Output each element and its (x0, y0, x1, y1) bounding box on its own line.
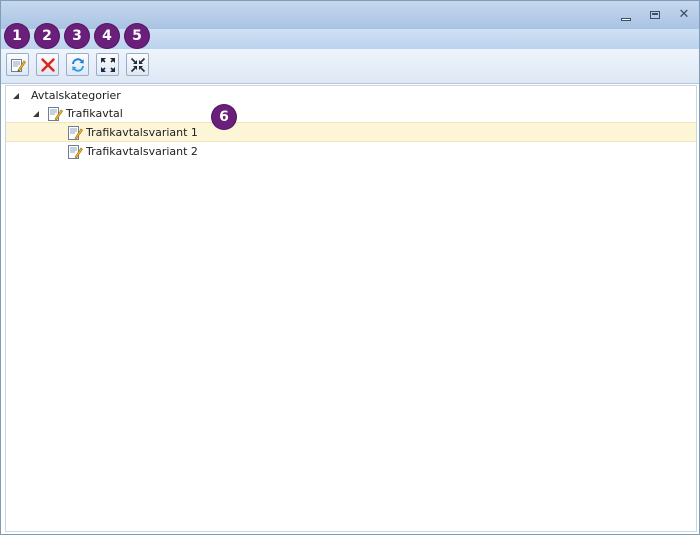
app-window: ✕ 1 2 3 4 5 Avtalskategorier Trafikavtal… (0, 0, 700, 535)
expand-arrows-icon (100, 57, 115, 72)
maximize-icon (650, 11, 660, 19)
close-icon: ✕ (678, 7, 690, 22)
callout-badge-5: 5 (125, 24, 149, 48)
tree-node-variant-2[interactable]: Trafikavtalsvariant 2 (67, 142, 198, 161)
agreement-document-icon (48, 106, 63, 121)
callout-badge-1: 1 (5, 24, 29, 48)
callout-badge-2: 2 (35, 24, 59, 48)
callout-badge-3: 3 (65, 24, 89, 48)
collapse-all-button[interactable] (126, 53, 149, 76)
refresh-icon (71, 57, 84, 72)
tree-node-root[interactable]: Avtalskategorier (12, 86, 121, 105)
agreement-document-icon (68, 125, 83, 140)
callout-badge-6: 6 (212, 105, 236, 129)
agreement-document-icon (68, 144, 83, 159)
tree-node-label: Avtalskategorier (31, 89, 121, 102)
minimize-icon (621, 17, 631, 21)
close-button[interactable]: ✕ (676, 7, 692, 23)
tree-node-label: Trafikavtalsvariant 1 (86, 126, 198, 139)
red-x-icon (40, 57, 55, 72)
edit-document-icon (10, 58, 26, 72)
new-agreement-button[interactable] (6, 53, 29, 76)
tree-node-variant-1[interactable]: Trafikavtalsvariant 1 (67, 123, 198, 142)
collapse-arrows-icon (130, 57, 145, 72)
delete-button[interactable] (36, 53, 59, 76)
toolbar (1, 49, 699, 84)
tree-node-label: Trafikavtal (66, 107, 123, 120)
agreement-tree: Avtalskategorier Trafikavtal Trafikavtal… (5, 85, 697, 532)
minimize-button[interactable] (618, 7, 634, 23)
expanded-triangle-icon[interactable] (32, 110, 40, 118)
expanded-triangle-icon[interactable] (12, 92, 20, 100)
maximize-button[interactable] (647, 7, 663, 23)
tree-node-category[interactable]: Trafikavtal (32, 104, 123, 123)
refresh-button[interactable] (66, 53, 89, 76)
tree-node-label: Trafikavtalsvariant 2 (86, 145, 198, 158)
callout-badge-4: 4 (95, 24, 119, 48)
expand-all-button[interactable] (96, 53, 119, 76)
